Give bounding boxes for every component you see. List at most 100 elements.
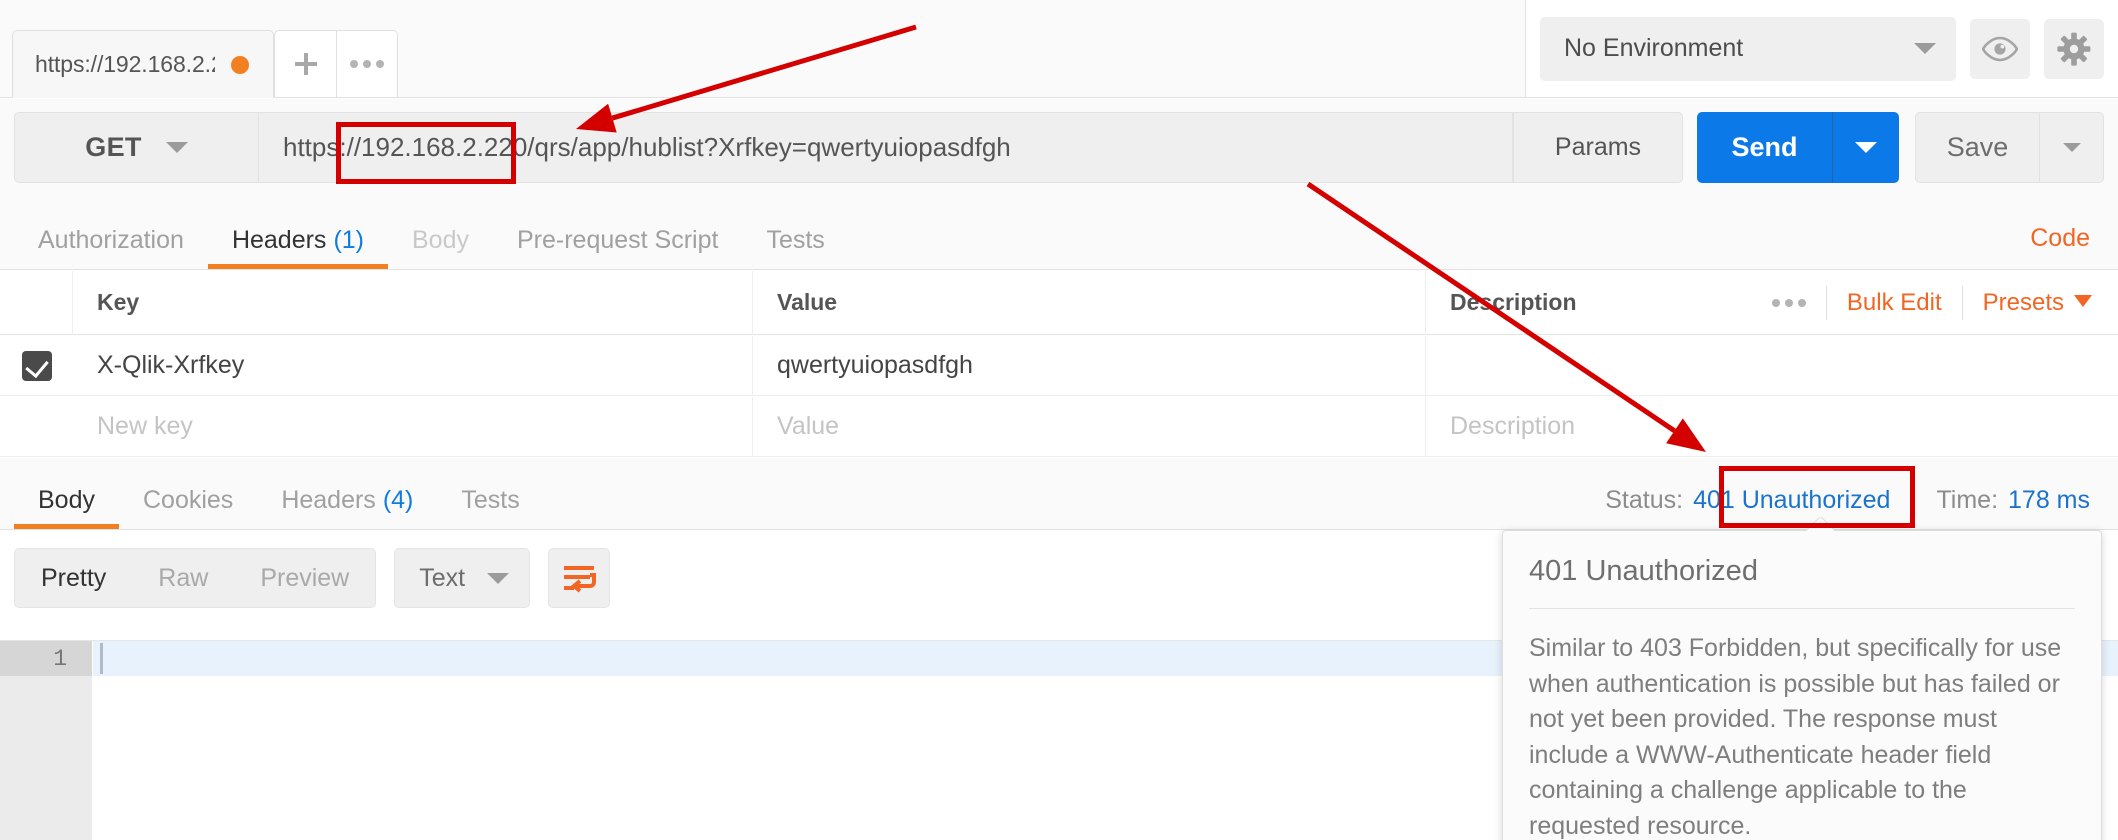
environment-quick-look-button[interactable]	[1970, 18, 2030, 79]
code-link[interactable]: Code	[2030, 224, 2090, 253]
http-method-selector[interactable]: GET	[14, 112, 258, 183]
view-mode-raw[interactable]: Raw	[132, 548, 234, 608]
response-format-selector[interactable]: Text	[394, 548, 531, 608]
params-button[interactable]: Params	[1513, 112, 1683, 183]
response-tab-headers[interactable]: Headers (4)	[257, 488, 437, 529]
eye-icon	[1982, 36, 2018, 61]
row-enabled-checkbox[interactable]	[0, 336, 73, 396]
time-label: Time:	[1936, 486, 1999, 514]
tooltip-arrow-icon	[1806, 517, 1834, 531]
send-button[interactable]: Send	[1697, 112, 1832, 183]
divider	[1961, 285, 1963, 320]
chevron-down-icon	[2062, 143, 2081, 152]
row-key-cell[interactable]: X-Qlik-Xrfkey	[73, 335, 753, 396]
editor-text-caret	[100, 643, 103, 674]
editor-line-number: 1	[0, 641, 92, 676]
request-tab-label: https://192.168.2.220/	[35, 51, 215, 77]
http-method-label: GET	[85, 132, 142, 162]
environment-selector[interactable]: No Environment	[1540, 16, 1956, 81]
request-url-row: GET https://192.168.2.220/qrs/app/hublis…	[0, 99, 2118, 196]
table-row-new: New key Value Description	[0, 396, 2118, 457]
new-tab-button[interactable]	[274, 30, 336, 98]
tab-authorization[interactable]: Authorization	[14, 228, 208, 269]
request-tab[interactable]: https://192.168.2.220/	[12, 30, 274, 98]
time-value: 178 ms	[2008, 486, 2090, 514]
chevron-down-icon	[2074, 294, 2092, 307]
presets-dropdown[interactable]: Presets	[1983, 289, 2092, 317]
tab-label: Tests	[766, 226, 825, 254]
response-section-tabs: Body Cookies Headers (4) Tests Status: 40…	[0, 458, 2118, 530]
settings-button[interactable]	[2044, 18, 2104, 79]
new-key-input[interactable]: New key	[73, 396, 753, 457]
request-url-input[interactable]: https://192.168.2.220/qrs/app/hublist?Xr…	[258, 112, 1513, 183]
tab-label: Headers	[231, 226, 327, 254]
row-description-cell[interactable]	[1426, 336, 2118, 396]
chevron-down-icon	[1855, 142, 1877, 153]
row-value-cell[interactable]: qwertyuiopasdfgh	[753, 335, 1426, 396]
divider	[1825, 285, 1827, 320]
tab-tests[interactable]: Tests	[742, 228, 848, 269]
column-header-description: Description	[1450, 289, 1577, 315]
tab-label: Pre-request Script	[516, 226, 719, 254]
tooltip-body: Similar to 403 Forbidden, but specifical…	[1529, 634, 2062, 840]
tab-label: Headers	[281, 486, 376, 514]
header-key-column: Key	[73, 270, 753, 335]
header-value-column: Value	[753, 270, 1426, 335]
tab-label: Body	[38, 486, 95, 514]
table-row: X-Qlik-Xrfkey qwertyuiopasdfgh	[0, 335, 2118, 396]
new-key-placeholder: New key	[97, 412, 193, 440]
request-url-value: https://192.168.2.220/qrs/app/hublist?Xr…	[283, 132, 1011, 162]
checkbox-checked-icon	[21, 350, 52, 381]
ellipsis-icon	[350, 60, 384, 68]
send-options-button[interactable]	[1832, 112, 1899, 183]
column-header-key: Key	[97, 289, 140, 315]
word-wrap-toggle[interactable]	[548, 548, 611, 608]
request-section-tabs: Authorization Headers (1) Body Pre-reques…	[0, 196, 2118, 270]
row-key-value: X-Qlik-Xrfkey	[97, 351, 245, 379]
request-tab-strip: https://192.168.2.220/	[0, 0, 1525, 98]
response-view-mode-group: Pretty Raw Preview	[14, 548, 377, 608]
presets-label: Presets	[1982, 288, 2064, 316]
new-description-input[interactable]: Description	[1426, 397, 2118, 457]
tab-headers[interactable]: Headers (1)	[207, 226, 389, 269]
view-mode-pretty[interactable]: Pretty	[15, 548, 132, 608]
new-value-placeholder: Value	[777, 412, 840, 440]
chevron-down-icon	[487, 572, 510, 584]
response-meta: Status: 401 Unauthorized Time: 178 ms	[1605, 486, 2090, 515]
header-checkbox-column	[0, 270, 73, 335]
row-value-value: qwertyuiopasdfgh	[777, 351, 973, 379]
environment-bar: No Environment	[1525, 0, 2118, 98]
tab-body[interactable]: Body	[388, 228, 493, 269]
environment-selector-label: No Environment	[1564, 34, 1744, 62]
status-label: Status:	[1605, 486, 1684, 514]
header-description-column: Description Bulk Edit Presets	[1426, 271, 2118, 335]
status-code-tooltip: 401 Unauthorized Similar to 403 Forbidde…	[1502, 530, 2102, 840]
response-tab-body[interactable]: Body	[14, 488, 119, 529]
view-mode-preview[interactable]: Preview	[234, 548, 375, 608]
save-button[interactable]: Save	[1915, 112, 2039, 183]
tooltip-title: 401 Unauthorized	[1529, 555, 2075, 609]
tab-count: (1)	[333, 226, 364, 254]
response-format-label: Text	[419, 563, 466, 592]
tab-label: Tests	[461, 486, 520, 514]
tab-count: (4)	[382, 486, 414, 514]
tab-label: Body	[412, 226, 469, 254]
unsaved-changes-dot	[231, 55, 249, 74]
response-tab-tests[interactable]: Tests	[437, 488, 543, 529]
column-header-value: Value	[777, 289, 838, 315]
tab-pre-request-script[interactable]: Pre-request Script	[493, 228, 742, 269]
gear-icon	[2057, 32, 2091, 66]
ellipsis-icon[interactable]	[1771, 298, 1806, 307]
response-tab-cookies[interactable]: Cookies	[119, 488, 257, 529]
postman-window: https://192.168.2.220/ No Environment	[0, 0, 2118, 840]
save-options-button[interactable]	[2039, 112, 2104, 183]
tab-options-button[interactable]	[336, 30, 398, 98]
status-badge[interactable]: 401 Unauthorized	[1693, 486, 1890, 515]
headers-table-header: Key Value Description Bulk Edit Presets	[0, 270, 2118, 335]
new-value-input[interactable]: Value	[753, 396, 1426, 457]
chevron-down-icon	[165, 142, 188, 153]
bulk-edit-link[interactable]: Bulk Edit	[1847, 289, 1942, 317]
tab-label: Authorization	[38, 226, 184, 254]
new-description-placeholder: Description	[1450, 412, 1576, 440]
row-enabled-checkbox-empty[interactable]	[0, 397, 73, 457]
